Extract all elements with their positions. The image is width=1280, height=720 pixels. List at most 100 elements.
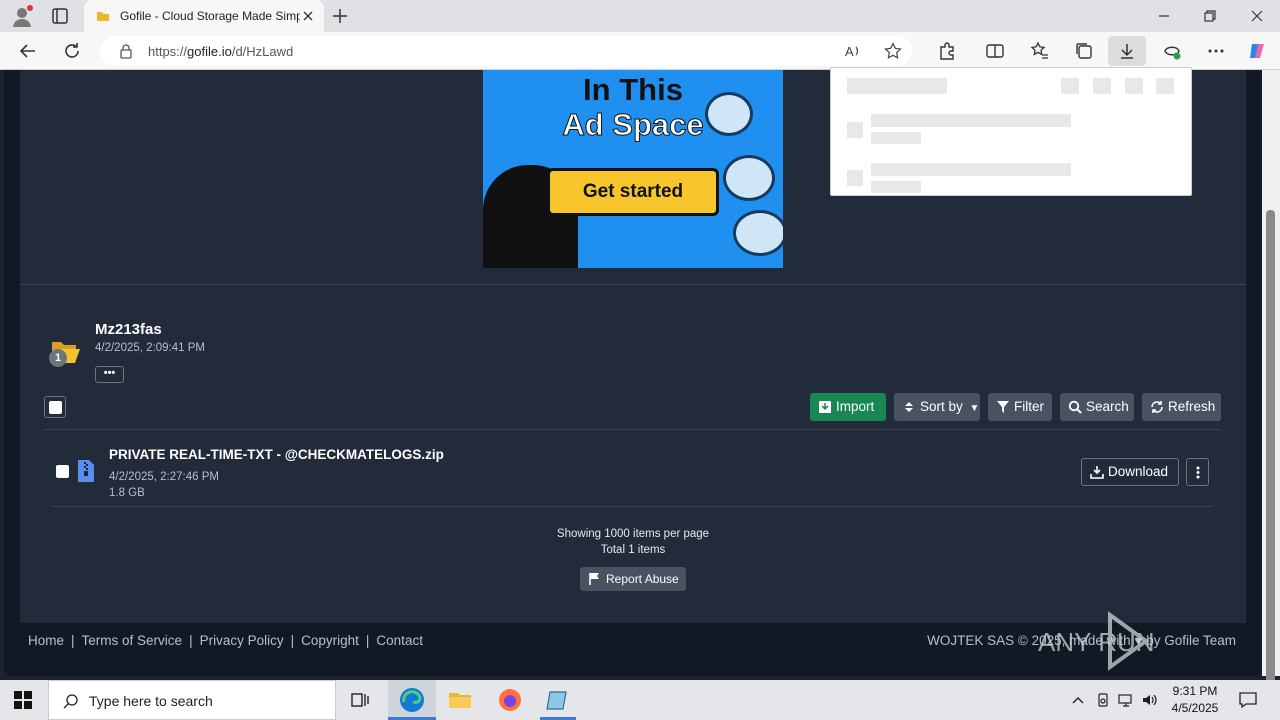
skeleton-icon: [1061, 78, 1079, 94]
browser-tab-bar: Gofile - Cloud Storage Made Simple: [0, 0, 1280, 32]
search-icon: [1068, 400, 1082, 414]
kebab-menu-icon: [1196, 466, 1200, 479]
windows-start-icon[interactable]: [14, 691, 32, 709]
restore-icon[interactable]: [1200, 6, 1220, 26]
list-header-divider: [44, 429, 1221, 430]
total-items-text: Total 1 items: [600, 544, 666, 556]
downloads-flyout[interactable]: [830, 67, 1192, 196]
taskbar-search-placeholder: Type here to search: [89, 693, 213, 709]
favorites-icon[interactable]: [1030, 41, 1050, 61]
settings-more-icon[interactable]: [1206, 41, 1226, 61]
taskbar-clock-date[interactable]: 4/5/2025: [1160, 701, 1230, 715]
footer-link-home[interactable]: Home: [28, 633, 64, 648]
caret-down-icon: ▼: [969, 403, 980, 414]
taskbar-clock-time[interactable]: 9:31 PM: [1160, 684, 1230, 698]
import-icon: [819, 401, 831, 413]
file-name[interactable]: PRIVATE REAL-TIME-TXT - @CHECKMATELOGS.z…: [109, 447, 444, 462]
footer-link-terms[interactable]: Terms of Service: [82, 633, 183, 648]
network-icon[interactable]: [1118, 692, 1134, 708]
browser-essentials-icon[interactable]: [1162, 41, 1182, 61]
select-all-checkbox[interactable]: [49, 401, 62, 414]
tab-title: Gofile - Cloud Storage Made Simple: [120, 9, 300, 23]
firefox-icon[interactable]: [496, 686, 524, 714]
folder-options-button[interactable]: •••: [95, 366, 124, 383]
extensions-icon[interactable]: [937, 41, 957, 61]
filter-button[interactable]: Filter: [988, 393, 1052, 421]
search-button[interactable]: Search: [1060, 393, 1134, 421]
items-per-page-text: Showing 1000 items per page: [556, 528, 710, 540]
sort-icon: [905, 402, 913, 412]
edge-browser-icon[interactable]: [398, 686, 426, 714]
sort-by-label: Sort by: [920, 399, 963, 414]
skeleton-file-icon: [847, 122, 863, 138]
file-date: 4/2/2025, 2:27:46 PM: [109, 471, 219, 483]
profile-icon[interactable]: [10, 4, 34, 28]
coin-graphic: [705, 92, 753, 136]
page-scrollbar[interactable]: [1262, 70, 1280, 720]
select-all-checkbox-wrapper[interactable]: [44, 396, 66, 418]
copilot-icon[interactable]: [1247, 41, 1267, 61]
tab-actions-icon[interactable]: [50, 6, 70, 26]
skeleton-icon: [1156, 78, 1174, 94]
flag-icon: [589, 573, 599, 585]
file-explorer-icon[interactable]: [446, 686, 474, 714]
filter-label: Filter: [1014, 399, 1044, 414]
reload-icon[interactable]: [62, 41, 82, 61]
back-icon[interactable]: [18, 41, 38, 61]
zip-file-icon: [78, 460, 94, 482]
advertisement-banner[interactable]: In This Ad Space Get started: [483, 70, 783, 268]
footer-link-contact[interactable]: Contact: [376, 633, 423, 648]
download-label: Download: [1108, 464, 1169, 479]
close-window-icon[interactable]: [1247, 6, 1267, 26]
import-label: Import: [836, 399, 875, 414]
watermark-text: ANY RUN: [1038, 627, 1155, 657]
footer-link-privacy[interactable]: Privacy Policy: [200, 633, 284, 648]
task-view-icon[interactable]: [346, 686, 374, 714]
download-icon: [1090, 466, 1104, 479]
tab-gofile[interactable]: Gofile - Cloud Storage Made Simple: [84, 0, 324, 32]
collections-icon[interactable]: [1074, 41, 1094, 61]
file-checkbox[interactable]: [56, 465, 69, 478]
new-tab-icon[interactable]: [330, 6, 350, 26]
file-options-button[interactable]: [1186, 458, 1209, 486]
refresh-icon: [1151, 401, 1163, 413]
skeleton-title: [847, 78, 947, 94]
notifications-icon[interactable]: [1238, 690, 1258, 710]
taskbar-search-box[interactable]: Type here to search: [48, 680, 336, 720]
scrollbar-thumb[interactable]: [1266, 210, 1275, 720]
footer-links: Home | Terms of Service | Privacy Policy | Cop…: [28, 633, 423, 648]
volume-icon[interactable]: [1141, 692, 1157, 708]
url-text: https://gofile.io/d/HzLawd: [148, 44, 294, 59]
minimize-icon[interactable]: [1154, 6, 1174, 26]
read-aloud-icon[interactable]: A: [844, 42, 862, 60]
footer-link-copyright[interactable]: Copyright: [301, 633, 359, 648]
skeleton-file-icon: [847, 170, 863, 186]
address-bar-row: https://gofile.io/d/HzLawd A: [0, 32, 1280, 70]
refresh-label: Refresh: [1168, 399, 1216, 414]
search-label: Search: [1086, 399, 1129, 414]
ad-get-started-button[interactable]: Get started: [547, 168, 719, 216]
device-icon[interactable]: [1095, 692, 1111, 708]
refresh-button[interactable]: Refresh: [1142, 393, 1221, 421]
bitcoin-coin-graphic: [723, 155, 775, 201]
download-button[interactable]: Download: [1081, 458, 1179, 486]
report-abuse-button[interactable]: Report Abuse: [580, 567, 686, 591]
filter-icon: [997, 401, 1009, 413]
lock-icon[interactable]: [118, 43, 134, 59]
split-screen-icon[interactable]: [985, 41, 1005, 61]
skeleton-line: [871, 114, 1071, 127]
notepad-app-icon[interactable]: [544, 686, 572, 714]
sort-by-button[interactable]: Sort by ▼: [894, 393, 980, 421]
folder-date: 4/2/2025, 2:09:41 PM: [95, 342, 205, 354]
section-divider: [20, 284, 1246, 285]
file-row-divider: [52, 506, 1213, 507]
downloads-icon[interactable]: [1117, 41, 1137, 61]
skeleton-line: [871, 181, 921, 193]
show-hidden-icons-chevron-icon[interactable]: [1070, 692, 1086, 708]
folder-name: Mz213fas: [95, 321, 162, 338]
favorite-star-icon[interactable]: [884, 42, 902, 60]
url-field[interactable]: https://gofile.io/d/HzLawd A: [100, 36, 912, 66]
import-button[interactable]: Import: [810, 393, 886, 421]
search-icon: [63, 694, 78, 709]
close-tab-icon[interactable]: [300, 8, 316, 24]
